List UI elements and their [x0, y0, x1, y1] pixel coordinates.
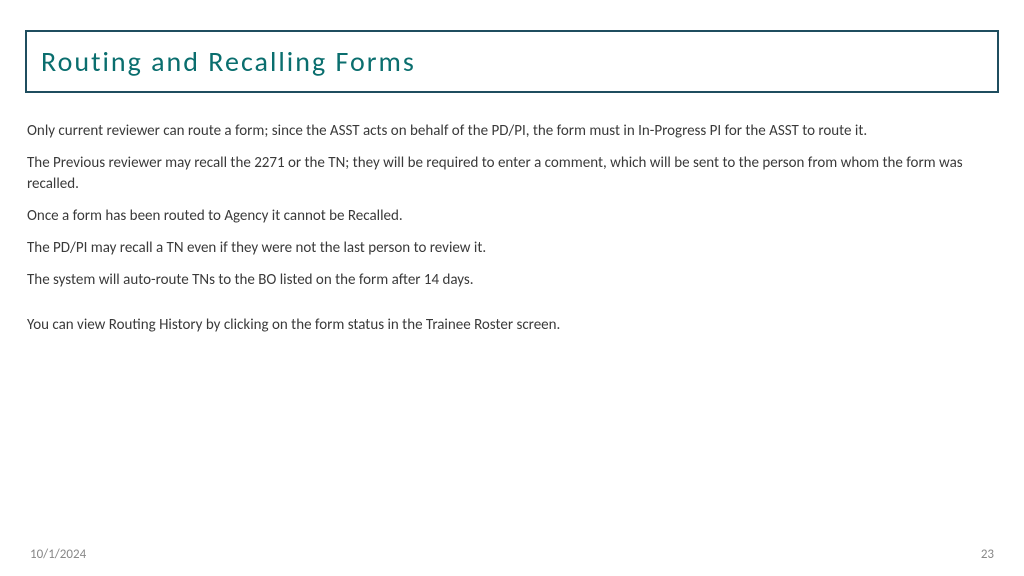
slide-title: Routing and Recalling Forms [41, 44, 983, 79]
paragraph: The system will auto-route TNs to the BO… [27, 270, 997, 290]
paragraph: Only current reviewer can route a form; … [27, 121, 997, 141]
slide-footer: 10/1/2024 23 [0, 547, 1024, 562]
slide-container: Routing and Recalling Forms Only current… [0, 0, 1024, 576]
paragraph: You can view Routing History by clicking… [27, 315, 997, 335]
paragraph: The Previous reviewer may recall the 227… [27, 153, 997, 194]
footer-date: 10/1/2024 [30, 547, 86, 562]
body-content: Only current reviewer can route a form; … [25, 121, 999, 335]
title-box: Routing and Recalling Forms [25, 30, 999, 93]
footer-page-number: 23 [981, 547, 994, 562]
paragraph: The PD/PI may recall a TN even if they w… [27, 238, 997, 258]
paragraph: Once a form has been routed to Agency it… [27, 206, 997, 226]
